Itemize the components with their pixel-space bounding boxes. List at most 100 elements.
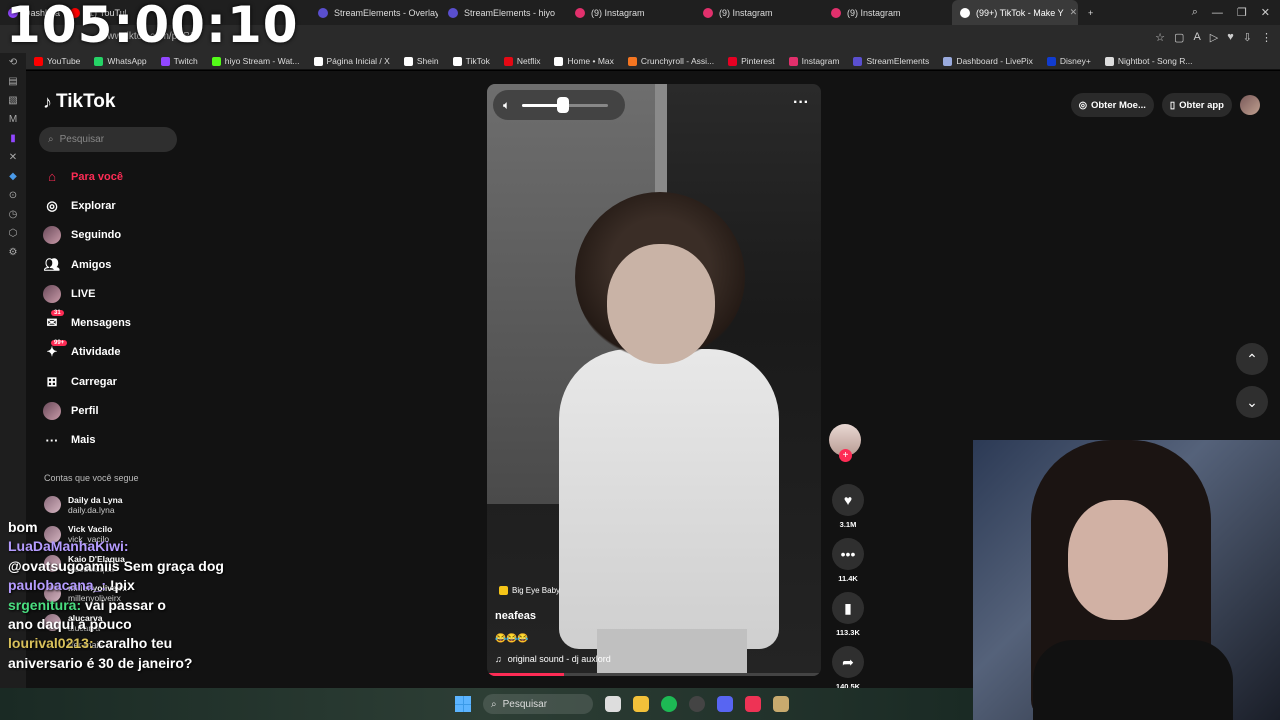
bookmark-item[interactable]: Shein bbox=[403, 56, 439, 66]
browser-tab[interactable]: (9) Instagram bbox=[567, 0, 692, 25]
bookmark-item[interactable]: Dashboard - LivePix bbox=[943, 56, 1033, 66]
effect-tag[interactable]: Big Eye Baby bbox=[499, 586, 560, 595]
bookmark-item[interactable]: Netflix bbox=[503, 56, 540, 66]
share-icon[interactable]: ➦ bbox=[832, 646, 864, 678]
sound-link[interactable]: ♫ original sound - dj auxlord bbox=[495, 654, 611, 664]
spotify-icon[interactable] bbox=[661, 696, 677, 712]
twitch-rail-icon[interactable]: ▮ bbox=[10, 133, 16, 144]
bookmark-favicon-icon bbox=[1046, 56, 1056, 66]
follow-plus-button[interactable]: + bbox=[839, 449, 852, 462]
effect-icon bbox=[499, 586, 508, 595]
sidebar-item[interactable]: ✉ 31 Mensagens bbox=[39, 308, 199, 337]
video-progress-bar[interactable] bbox=[487, 673, 821, 676]
previous-video-button[interactable]: ⌃ bbox=[1236, 343, 1268, 375]
bookmark-item[interactable]: StreamElements bbox=[853, 56, 929, 66]
like-action: ♥ 3.1M bbox=[829, 484, 867, 529]
heart-icon[interactable]: ♥ bbox=[832, 484, 864, 516]
browser-tab[interactable]: (9) Instagram bbox=[695, 0, 820, 25]
volume-control[interactable]: 🔈︎ bbox=[493, 90, 625, 120]
chat-text: vai passar o bbox=[85, 596, 166, 613]
video-username[interactable]: neafeas bbox=[495, 610, 536, 622]
chat-message: lourival0213: caralho teu bbox=[8, 634, 308, 653]
pin-icon[interactable]: ▧ bbox=[8, 95, 17, 106]
bookmark-item[interactable]: YouTube bbox=[34, 56, 80, 66]
search-tabs-icon[interactable]: ⌕ bbox=[1192, 6, 1198, 19]
comment-icon[interactable]: ••• bbox=[832, 538, 864, 570]
minimize-icon[interactable]: — bbox=[1212, 7, 1223, 19]
sidebar-item[interactable]: ⊞ Carregar bbox=[39, 367, 199, 396]
new-tab-button[interactable]: + bbox=[1080, 0, 1100, 25]
sidebar-item[interactable]: ⌂ Para você bbox=[39, 162, 199, 191]
settings-rail-icon[interactable]: ⚙ bbox=[9, 247, 18, 258]
get-app-button[interactable]: ▯ Obter app bbox=[1161, 93, 1232, 117]
bookmark-item[interactable]: WhatsApp bbox=[94, 56, 147, 66]
bookmark-item[interactable]: TikTok bbox=[452, 56, 490, 66]
start-menu-icon[interactable] bbox=[455, 696, 471, 712]
heart-ext-icon[interactable]: ♥ bbox=[1227, 31, 1234, 44]
close-tab-icon[interactable]: ✕ bbox=[1070, 7, 1078, 18]
league-icon[interactable] bbox=[773, 696, 789, 712]
bookmark-icon[interactable]: ▮ bbox=[832, 592, 864, 624]
profile-avatar[interactable] bbox=[1240, 95, 1260, 115]
browser-tab[interactable]: (9) Instagram bbox=[823, 0, 948, 25]
bookmark-item[interactable]: Home • Max bbox=[554, 56, 614, 66]
more-options-button[interactable]: ··· bbox=[793, 94, 809, 112]
browser-tab[interactable]: StreamElements - Overlay bbox=[310, 0, 438, 25]
sidebar-item-label: Perfil bbox=[71, 405, 99, 418]
wallet-icon[interactable]: ▤ bbox=[8, 76, 17, 87]
chat-message: @ovatsugoamiis Sem graça dog bbox=[8, 557, 308, 576]
bookmark-favicon-icon bbox=[403, 56, 413, 66]
bookmark-item[interactable]: Crunchyroll - Assi... bbox=[627, 56, 714, 66]
sidebar-item[interactable]: ◎ Explorar bbox=[39, 191, 199, 220]
clock-rail-icon[interactable]: ◷ bbox=[9, 209, 18, 220]
obs-icon[interactable] bbox=[689, 696, 705, 712]
maps-rail-icon[interactable]: ◆ bbox=[9, 171, 17, 182]
bookmark-item[interactable]: hiyo Stream - Wat... bbox=[211, 56, 300, 66]
restore-icon[interactable]: ❐ bbox=[1237, 6, 1247, 19]
video-child-pants bbox=[597, 629, 747, 676]
stack-rail-icon[interactable]: ⬡ bbox=[9, 228, 18, 239]
bookmark-item[interactable]: Pinterest bbox=[728, 56, 775, 66]
followed-account[interactable]: Daily da Lyna daily.da.lyna bbox=[44, 490, 127, 520]
browser-tab[interactable]: StreamElements - hiyo bbox=[440, 0, 565, 25]
close-window-icon[interactable]: ✕ bbox=[1261, 6, 1270, 19]
taskbar-search[interactable]: ⌕ Pesquisar bbox=[483, 694, 593, 714]
taskview-icon[interactable] bbox=[605, 696, 621, 712]
speaker-icon[interactable]: 🔈︎ bbox=[503, 98, 510, 113]
sidebar-item[interactable]: ··· Mais bbox=[39, 426, 199, 455]
bookmark-item[interactable]: Instagram bbox=[788, 56, 839, 66]
search-input[interactable]: ⌕ Pesquisar bbox=[39, 127, 177, 152]
sidebar-item[interactable]: LIVE bbox=[39, 279, 199, 308]
creator-avatar[interactable]: + bbox=[829, 424, 861, 462]
sidebar-item[interactable]: Seguindo bbox=[39, 221, 199, 250]
volume-slider[interactable] bbox=[522, 96, 609, 113]
bookmark-item[interactable]: Página Inicial / X bbox=[313, 56, 390, 66]
browser-icon[interactable] bbox=[745, 696, 761, 712]
translate-icon[interactable]: A bbox=[1193, 31, 1200, 44]
bookmark-favicon-icon bbox=[853, 56, 863, 66]
extension-icons: ☆ ▢ A ▷ ♥ ⇩ ⋮ bbox=[1155, 31, 1272, 44]
menu-dots-icon[interactable]: ⋮ bbox=[1261, 31, 1272, 44]
download-icon[interactable]: ⇩ bbox=[1243, 31, 1252, 44]
discord-icon[interactable] bbox=[717, 696, 733, 712]
sidebar-item[interactable]: Perfil bbox=[39, 396, 199, 425]
video-player[interactable]: 🔈︎ ··· Big Eye Baby neafeas 😂😂😂 ♫ origin… bbox=[487, 84, 821, 676]
volume-knob[interactable] bbox=[556, 96, 569, 113]
x-rail-icon[interactable]: ✕ bbox=[9, 152, 17, 163]
bookmark-item[interactable]: Disney+ bbox=[1046, 56, 1091, 66]
history-icon[interactable]: ⟲ bbox=[9, 57, 17, 68]
explorer-icon[interactable] bbox=[633, 696, 649, 712]
browser-tab[interactable]: (99+) TikTok - Make Y ✕ bbox=[952, 0, 1078, 25]
screenshot-icon[interactable]: ▢ bbox=[1174, 31, 1184, 44]
sidebar-item[interactable]: ✦ 99+ Atividade bbox=[39, 338, 199, 367]
bookmark-star-icon[interactable]: ☆ bbox=[1155, 31, 1165, 44]
tiktok-logo[interactable]: ♪ TikTok bbox=[43, 91, 115, 113]
mail-icon[interactable]: M bbox=[9, 114, 17, 125]
play-icon[interactable]: ▷ bbox=[1210, 31, 1218, 44]
next-video-button[interactable]: ⌄ bbox=[1236, 386, 1268, 418]
get-coins-button[interactable]: ◎ Obter Moe... bbox=[1070, 93, 1154, 117]
play-rail-icon[interactable]: ⊙ bbox=[9, 190, 17, 201]
bookmark-item[interactable]: Twitch bbox=[160, 56, 198, 66]
sidebar-item[interactable]: 👥︎ Amigos bbox=[39, 250, 199, 279]
bookmark-item[interactable]: Nightbot - Song R... bbox=[1104, 56, 1192, 66]
